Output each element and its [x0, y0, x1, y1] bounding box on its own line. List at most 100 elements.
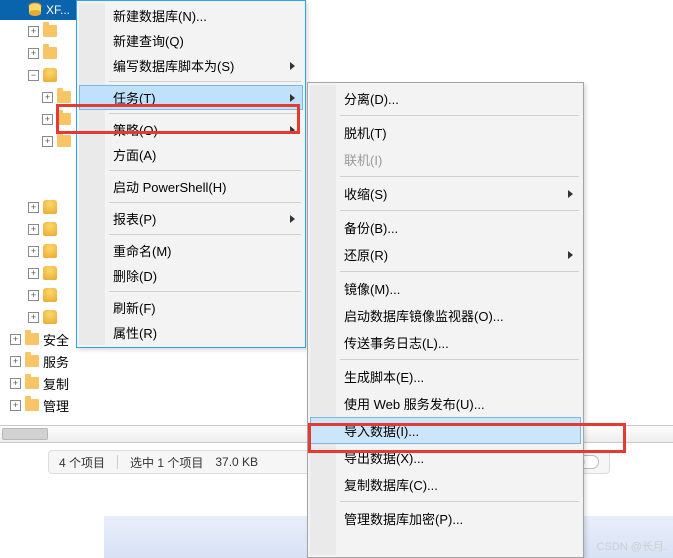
db-icon: [43, 244, 57, 258]
menu-separator: [109, 202, 301, 203]
menu-label: 编写数据库脚本为(S): [113, 56, 234, 75]
menu-separator: [340, 271, 579, 272]
db-icon: [43, 288, 57, 302]
chevron-right-icon: [290, 215, 295, 223]
expand-icon[interactable]: +: [10, 400, 21, 411]
tree-label: 复制: [43, 374, 69, 393]
expand-icon[interactable]: +: [28, 290, 39, 301]
expand-icon[interactable]: +: [28, 48, 39, 59]
menu-policies[interactable]: 策略(O): [79, 117, 303, 142]
folder-icon: [43, 25, 57, 37]
expand-icon[interactable]: +: [28, 246, 39, 257]
chevron-right-icon: [290, 62, 295, 70]
menu-mirror[interactable]: 镜像(M)...: [310, 275, 581, 302]
expand-icon[interactable]: +: [28, 268, 39, 279]
folder-icon: [57, 91, 71, 103]
menu-tasks[interactable]: 任务(T): [79, 85, 303, 110]
tree-folder-management[interactable]: + 管理: [0, 394, 104, 416]
menu-restore[interactable]: 还原(R): [310, 241, 581, 268]
menu-mirror-monitor[interactable]: 启动数据库镜像监视器(O)...: [310, 302, 581, 329]
menu-label: 导出数据(X)...: [344, 448, 424, 467]
expand-icon[interactable]: +: [10, 334, 21, 345]
menu-label: 备份(B)...: [344, 218, 398, 237]
context-menu-database: 新建数据库(N)... 新建查询(Q) 编写数据库脚本为(S) 任务(T) 策略…: [76, 0, 306, 348]
expand-icon[interactable]: +: [10, 378, 21, 389]
scrollbar-thumb[interactable]: [2, 428, 48, 440]
db-icon: [43, 200, 57, 214]
menu-separator: [340, 115, 579, 116]
menu-label: 新建查询(Q): [113, 31, 184, 50]
folder-icon: [25, 377, 39, 389]
menu-label: 管理数据库加密(P)...: [344, 509, 463, 528]
expand-icon[interactable]: +: [28, 224, 39, 235]
menu-properties[interactable]: 属性(R): [79, 320, 303, 345]
menu-import-data[interactable]: 导入数据(I)...: [310, 417, 581, 444]
expand-icon[interactable]: +: [42, 114, 53, 125]
tree-folder-replication[interactable]: + 复制: [0, 372, 104, 394]
menu-label: 收缩(S): [344, 184, 387, 203]
chevron-right-icon: [568, 190, 573, 198]
menu-start-powershell[interactable]: 启动 PowerShell(H): [79, 174, 303, 199]
folder-icon: [43, 47, 57, 59]
folder-icon: [25, 333, 39, 345]
db-icon: [43, 310, 57, 324]
menu-label: 导入数据(I)...: [344, 421, 419, 440]
status-item-count: 4 个项目: [59, 454, 105, 471]
folder-icon: [25, 399, 39, 411]
menu-ship-log[interactable]: 传送事务日志(L)...: [310, 329, 581, 356]
menu-web-publish[interactable]: 使用 Web 服务发布(U)...: [310, 390, 581, 417]
menu-separator: [340, 359, 579, 360]
menu-facets[interactable]: 方面(A): [79, 142, 303, 167]
expand-icon[interactable]: +: [42, 92, 53, 103]
menu-label: 属性(R): [113, 323, 157, 342]
menu-separator: [109, 234, 301, 235]
menu-backup[interactable]: 备份(B)...: [310, 214, 581, 241]
collapse-icon[interactable]: −: [28, 70, 39, 81]
expand-icon[interactable]: +: [42, 136, 53, 147]
menu-delete[interactable]: 删除(D): [79, 263, 303, 288]
tree-label: 服务: [43, 352, 69, 371]
menu-new-database[interactable]: 新建数据库(N)...: [79, 3, 303, 28]
folder-icon: [57, 113, 71, 125]
menu-refresh[interactable]: 刷新(F): [79, 295, 303, 320]
menu-bring-online: 联机(I): [310, 146, 581, 173]
tree-folder-server[interactable]: + 服务: [0, 350, 104, 372]
menu-script-db-as[interactable]: 编写数据库脚本为(S): [79, 53, 303, 78]
menu-label: 镜像(M)...: [344, 279, 400, 298]
menu-generate-scripts[interactable]: 生成脚本(E)...: [310, 363, 581, 390]
menu-label: 报表(P): [113, 209, 156, 228]
menu-copy-database[interactable]: 复制数据库(C)...: [310, 471, 581, 498]
menu-separator: [340, 501, 579, 502]
menu-separator: [340, 210, 579, 211]
expand-icon[interactable]: +: [10, 356, 21, 367]
menu-label: 策略(O): [113, 120, 158, 139]
menu-label: 使用 Web 服务发布(U)...: [344, 394, 485, 413]
expand-icon[interactable]: +: [28, 26, 39, 37]
expand-icon[interactable]: +: [28, 202, 39, 213]
menu-separator: [340, 176, 579, 177]
menu-label: 新建数据库(N)...: [113, 6, 207, 25]
menu-separator: [109, 113, 301, 114]
menu-label: 启动数据库镜像监视器(O)...: [344, 306, 504, 325]
menu-label: 还原(R): [344, 245, 388, 264]
menu-detach[interactable]: 分离(D)...: [310, 85, 581, 112]
menu-shrink[interactable]: 收缩(S): [310, 180, 581, 207]
menu-new-query[interactable]: 新建查询(Q): [79, 28, 303, 53]
db-icon: [28, 2, 42, 19]
menu-label: 重命名(M): [113, 241, 172, 260]
menu-rename[interactable]: 重命名(M): [79, 238, 303, 263]
menu-manage-encryption[interactable]: 管理数据库加密(P)...: [310, 505, 581, 532]
db-icon: [43, 222, 57, 236]
menu-take-offline[interactable]: 脱机(T): [310, 119, 581, 146]
chevron-right-icon: [290, 126, 295, 134]
menu-export-data[interactable]: 导出数据(X)...: [310, 444, 581, 471]
menu-separator: [109, 291, 301, 292]
menu-label: 传送事务日志(L)...: [344, 333, 449, 352]
folder-icon: [57, 135, 71, 147]
menu-label: 联机(I): [344, 150, 382, 169]
tree-label: 管理: [43, 396, 69, 415]
menu-reports[interactable]: 报表(P): [79, 206, 303, 231]
db-icon: [43, 266, 57, 280]
expand-icon[interactable]: +: [28, 312, 39, 323]
menu-label: 生成脚本(E)...: [344, 367, 424, 386]
